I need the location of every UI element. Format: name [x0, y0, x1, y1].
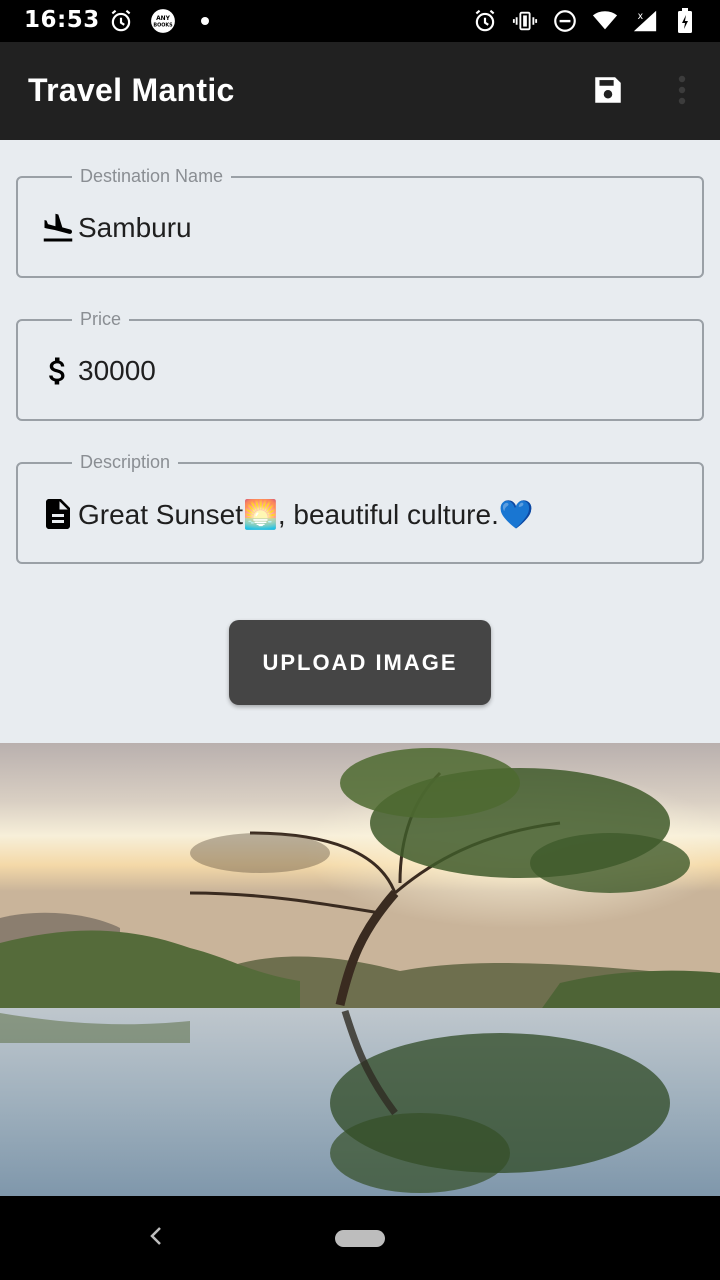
vibrate-icon: [512, 8, 538, 34]
signal-icon: x: [632, 8, 658, 34]
dollar-icon: [38, 351, 78, 391]
svg-text:ANY: ANY: [156, 15, 171, 22]
description-label: Description: [72, 451, 179, 473]
status-left-icons: ANY BOOKS: [108, 8, 218, 34]
anybooks-app-icon: ANY BOOKS: [150, 8, 176, 34]
destination-name-input[interactable]: Samburu: [78, 212, 192, 244]
svg-text:x: x: [638, 11, 644, 22]
photo-icon: [0, 743, 720, 1196]
description-field[interactable]: Description Great Sunset🌅, beautiful cul…: [16, 451, 704, 564]
status-bar: 16:53 ANY BOOKS x: [0, 0, 720, 42]
save-icon: [591, 73, 625, 111]
notification-dot-icon: [192, 8, 218, 34]
status-time: 16:53: [24, 7, 100, 33]
destination-name-field[interactable]: Destination Name Samburu: [16, 165, 704, 278]
destination-name-label: Destination Name: [72, 165, 232, 187]
form-content: Destination Name Samburu Price 30000 Des…: [0, 140, 720, 743]
more-options-button[interactable]: [658, 68, 706, 116]
wifi-icon: [592, 8, 618, 34]
price-input[interactable]: 30000: [78, 355, 156, 387]
more-vert-icon: [677, 75, 687, 109]
svg-text:BOOKS: BOOKS: [153, 22, 173, 28]
alarm-icon: [472, 8, 498, 34]
price-field[interactable]: Price 30000: [16, 308, 704, 421]
app-bar: Travel Mantic: [0, 42, 720, 140]
app-title: Travel Mantic: [28, 72, 235, 108]
price-label: Price: [72, 308, 130, 330]
status-right-icons: x: [472, 8, 698, 34]
back-button[interactable]: [138, 1218, 174, 1258]
system-nav-bar: [0, 1196, 720, 1280]
destination-image: [0, 743, 720, 1196]
back-icon: [147, 1225, 165, 1251]
upload-image-button[interactable]: UPLOAD IMAGE: [229, 620, 491, 705]
do-not-disturb-icon: [552, 8, 578, 34]
home-pill[interactable]: [335, 1230, 385, 1247]
save-button[interactable]: [584, 68, 632, 116]
alarm-icon: [108, 8, 134, 34]
battery-charging-icon: [672, 8, 698, 34]
document-icon: [38, 494, 78, 534]
description-input[interactable]: Great Sunset🌅, beautiful culture.💙: [78, 498, 534, 531]
flight-land-icon: [38, 208, 78, 248]
